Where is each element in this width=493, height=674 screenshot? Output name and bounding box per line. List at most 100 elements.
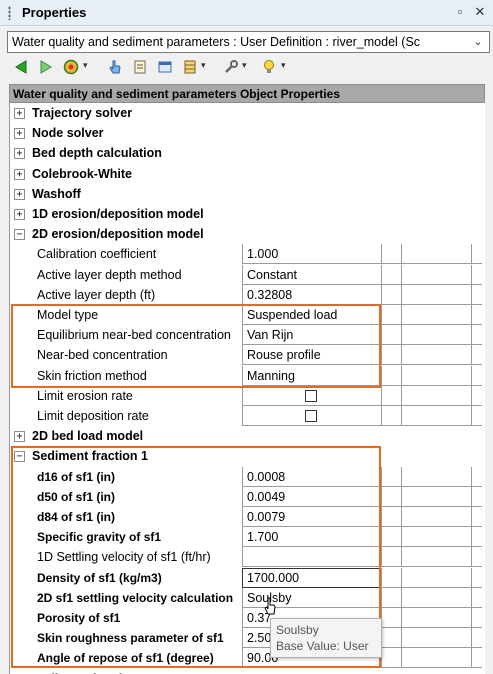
close-icon[interactable]: ✕	[472, 4, 488, 20]
expand-plus-icon[interactable]: +	[14, 431, 25, 443]
property-row[interactable]: d84 of sf1 (in) 0.0079	[10, 507, 485, 527]
property-value-cell[interactable]	[242, 547, 381, 568]
pin-icon[interactable]: ▫	[452, 4, 468, 20]
property-row[interactable]: Active layer depth (ft) 0.32808	[10, 284, 485, 305]
category-label: 2D erosion/deposition model	[32, 227, 204, 242]
property-label: Skin roughness parameter of sf1	[37, 631, 224, 646]
property-extra-cell	[471, 567, 482, 588]
collapse-minus-icon[interactable]: −	[14, 451, 25, 463]
expand-plus-icon[interactable]: +	[14, 148, 25, 160]
property-value-cell[interactable]: 0.32808	[242, 284, 381, 305]
back-arrow-icon[interactable]	[12, 59, 30, 77]
property-value-cells: 0.32808	[242, 284, 482, 305]
property-value-cell[interactable]: Manning	[242, 365, 381, 386]
checkbox[interactable]	[305, 410, 317, 422]
property-value-cell[interactable]: 1700.000	[242, 567, 381, 588]
hand-pointer-icon[interactable]	[106, 59, 124, 77]
property-row[interactable]: Skin roughness parameter of sf1 2.50	[10, 628, 485, 649]
document-icon[interactable]	[131, 59, 149, 77]
property-row[interactable]: Angle of repose of sf1 (degree) 90.00	[10, 648, 485, 669]
expand-plus-icon[interactable]: +	[14, 108, 25, 119]
category-row[interactable]: + Trajectory solver	[10, 103, 485, 123]
property-value-cell[interactable]: Suspended load	[242, 305, 381, 325]
expand-plus-icon[interactable]: +	[14, 128, 25, 140]
category-label: 2D bed load model	[32, 429, 144, 444]
chevron-down-icon[interactable]: ⌄	[471, 34, 485, 50]
property-value: 0.0008	[247, 469, 286, 484]
property-row[interactable]: Near-bed concentration Rouse profile	[10, 345, 485, 366]
property-extra-cell	[401, 385, 471, 406]
category-row[interactable]: + Washoff	[10, 184, 485, 204]
drag-grip-icon[interactable]	[8, 6, 11, 20]
property-row[interactable]: Specific gravity of sf1 1.700	[10, 527, 485, 548]
window-icon[interactable]	[156, 59, 174, 77]
collapse-minus-icon[interactable]: −	[14, 229, 25, 241]
property-label: Equilibrium near-bed concentration	[37, 328, 231, 343]
category-row[interactable]: + Bed depth calculation	[10, 143, 485, 163]
category-row[interactable]: − Sediment fraction 1	[10, 446, 485, 466]
property-row[interactable]: Active layer depth method Constant	[10, 264, 485, 285]
property-extra-cell	[471, 547, 482, 568]
property-row[interactable]: Skin friction method Manning	[10, 365, 485, 386]
help-dropdown-icon[interactable]: ▾	[281, 60, 286, 71]
expand-plus-icon[interactable]: +	[14, 168, 25, 180]
category-row[interactable]: +2D bed load model	[10, 426, 485, 446]
category-row[interactable]: + Node solver	[10, 123, 485, 143]
wrench-dropdown-icon[interactable]: ▾	[242, 60, 247, 71]
database-icon[interactable]	[181, 59, 199, 77]
property-row[interactable]: 2D sf1 settling velocity calculationSoul…	[10, 587, 485, 608]
property-extra-cell	[471, 486, 482, 507]
property-row[interactable]: 1D Settling velocity of sf1 (ft/hr)	[10, 547, 485, 568]
property-row[interactable]: Density of sf1 (kg/m3) 1700.000	[10, 567, 485, 588]
wrench-icon[interactable]	[222, 59, 240, 77]
property-value: 0.0079	[247, 510, 286, 524]
property-value-cell[interactable]	[242, 406, 381, 426]
globe-options-dropdown-icon[interactable]: ▾	[83, 60, 88, 71]
object-selector-dropdown[interactable]: Water quality and sediment parameters : …	[7, 31, 490, 53]
category-row[interactable]: + Colebrook-White	[10, 164, 485, 184]
property-value-cells: 0.0008	[242, 466, 482, 487]
property-value-cells: Van Rijn	[242, 325, 482, 346]
property-row[interactable]: Model type Suspended load	[10, 305, 485, 325]
property-value-cell[interactable]	[242, 385, 381, 406]
property-extra-cell	[381, 527, 401, 548]
property-value-cells: 1.000	[242, 244, 482, 265]
property-row[interactable]: d16 of sf1 (in) 0.0008	[10, 466, 485, 487]
database-dropdown-icon[interactable]: ▾	[201, 60, 206, 71]
property-row[interactable]: Calibration coefficient 1.000	[10, 244, 485, 265]
property-extra-cell	[381, 608, 401, 628]
property-value-cell[interactable]: 0.0008	[242, 466, 381, 487]
property-label: Active layer depth method	[37, 267, 182, 282]
property-extra-cell	[381, 284, 401, 305]
globe-options-icon[interactable]	[62, 59, 80, 77]
property-row[interactable]: d50 of sf1 (in) 0.0049	[10, 486, 485, 507]
property-value-cell[interactable]: Constant	[242, 264, 381, 285]
property-value-cell[interactable]: 0.0079	[242, 507, 381, 527]
property-value: 0.32808	[247, 287, 293, 302]
property-row[interactable]: Equilibrium near-bed concentration Van Ri…	[10, 325, 485, 346]
category-row[interactable]: −2D erosion/deposition model	[10, 224, 485, 244]
property-value-cells: 0.0049	[242, 486, 482, 507]
property-value-cell[interactable]: 0.0049	[242, 486, 381, 507]
help-bulb-icon[interactable]	[260, 59, 278, 77]
category-row[interactable]: +1D erosion/deposition model	[10, 204, 485, 224]
property-row[interactable]: Porosity of sf1 0.37	[10, 608, 485, 628]
property-value-cell[interactable]: Rouse profile	[242, 345, 381, 366]
property-value-cell[interactable]: Van Rijn	[242, 325, 381, 346]
property-row[interactable]: Limit deposition rate	[10, 406, 485, 426]
grid-header-title: Water quality and sediment parameters Ob…	[13, 87, 340, 101]
forward-arrow-icon[interactable]	[37, 59, 55, 77]
expand-plus-icon[interactable]: +	[14, 209, 25, 220]
property-extra-cell	[401, 466, 471, 487]
tooltip: Soulsby Base Value: User	[270, 618, 382, 658]
property-extra-cell	[381, 385, 401, 406]
property-value-cell[interactable]: 1.000	[242, 244, 381, 265]
property-extra-cell	[401, 567, 471, 588]
checkbox[interactable]	[305, 389, 317, 402]
property-row[interactable]: Limit erosion rate	[10, 385, 485, 406]
category-row[interactable]: +Sediment fraction 2	[10, 669, 485, 674]
property-grid: + Trajectory solver + Node solver + Bed depth…	[9, 103, 485, 674]
property-value-cell[interactable]: 1.700	[242, 527, 381, 548]
property-label: Near-bed concentration	[37, 348, 168, 363]
expand-plus-icon[interactable]: +	[14, 188, 25, 200]
